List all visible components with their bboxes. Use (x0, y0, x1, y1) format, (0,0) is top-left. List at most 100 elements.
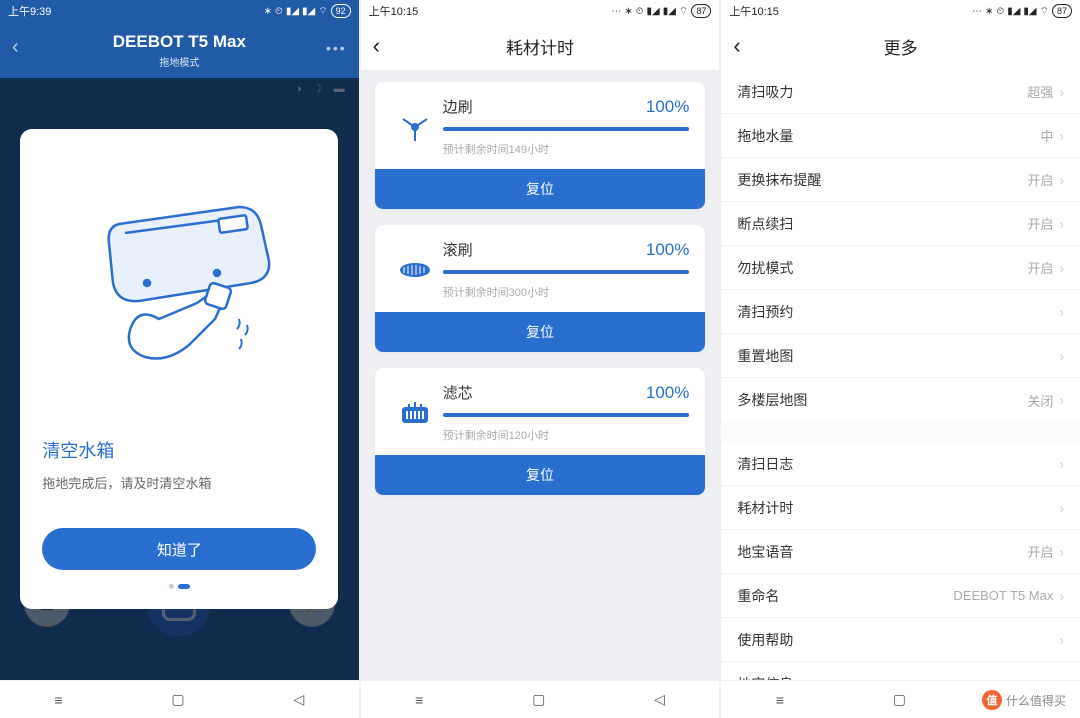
chevron-right-icon: › (1059, 128, 1064, 144)
main-body: ◑ ☽ ▬ ⊞ ⚡ (0, 78, 359, 680)
settings-row[interactable]: 拖地水量中› (721, 114, 1080, 158)
settings-row[interactable]: 耗材计时 › (721, 486, 1080, 530)
wifi-icon: ⌔ (1040, 5, 1049, 18)
nav-home[interactable]: ▢ (532, 691, 545, 708)
settings-value: 开启› (1027, 170, 1064, 189)
filter-icon (387, 382, 443, 443)
consumable-name: 滚刷 (443, 239, 473, 260)
alarm-icon: ⏲ (275, 6, 283, 17)
status-time: 上午9:39 (8, 3, 51, 19)
settings-value: › (1059, 304, 1064, 320)
phone-screen-2: 上午10:15 ⋯ ∗ ⏲ ▮◢ ▮◢ ⌔ 87 ‹ 耗材计时 边刷 100 (361, 0, 720, 718)
status-icons: ∗ ⏲ ▮◢ ▮◢ ⌔ 92 (264, 4, 351, 18)
settings-label: 重置地图 (737, 346, 793, 366)
status-bar: 上午9:39 ∗ ⏲ ▮◢ ▮◢ ⌔ 92 (0, 0, 359, 22)
settings-row[interactable]: 更换抹布提醒开启› (721, 158, 1080, 202)
nav-menu[interactable]: ≡ (54, 692, 62, 708)
settings-row[interactable]: 多楼层地图关闭› (721, 378, 1080, 422)
settings-row[interactable]: 使用帮助 › (721, 618, 1080, 662)
watermark-text: 什么值得买 (1006, 692, 1066, 709)
reset-button[interactable]: 复位 (375, 312, 706, 352)
chevron-right-icon: › (1059, 348, 1064, 364)
chevron-right-icon: › (1059, 260, 1064, 276)
settings-label: 耗材计时 (737, 498, 793, 518)
chevron-right-icon: › (1059, 216, 1064, 232)
progress-bar (443, 127, 690, 131)
settings-label: 使用帮助 (737, 630, 793, 650)
modal-title: 清空水箱 (42, 437, 316, 463)
settings-value: › (1059, 348, 1064, 364)
page-header: ‹ 耗材计时 (361, 22, 720, 70)
consumable-percent: 100% (646, 240, 689, 260)
more-dots-icon: ⋯ (972, 6, 982, 17)
settings-label: 断点续扫 (737, 214, 793, 234)
back-button[interactable]: ‹ (373, 33, 380, 59)
android-nav-bar: ≡ ▢ ◁ (0, 680, 359, 718)
nav-home[interactable]: ▢ (893, 691, 906, 708)
chevron-right-icon: › (1059, 456, 1064, 472)
modal-desc: 拖地完成后，请及时清空水箱 (42, 473, 316, 492)
progress-bar (443, 413, 690, 417)
settings-label: 拖地水量 (737, 126, 793, 146)
watermark-badge-icon: 值 (982, 690, 1002, 710)
dot[interactable] (169, 584, 174, 589)
settings-value: › (1059, 632, 1064, 648)
back-button[interactable]: ‹ (12, 36, 19, 59)
watermark: 值 什么值得买 (976, 688, 1072, 712)
dot-active[interactable] (178, 584, 190, 589)
more-dots-icon: ⋯ (611, 6, 621, 17)
settings-row[interactable]: 断点续扫开启› (721, 202, 1080, 246)
settings-row[interactable]: 重置地图 › (721, 334, 1080, 378)
page-title: 更多 (884, 34, 918, 59)
signal-icon-2: ▮◢ (302, 6, 315, 17)
nav-home[interactable]: ▢ (171, 691, 184, 708)
settings-value: 开启› (1027, 542, 1064, 561)
settings-value: › (1059, 500, 1064, 516)
signal-icon: ▮◢ (1007, 6, 1020, 17)
consumable-percent: 100% (646, 97, 689, 117)
settings-row[interactable]: 清扫吸力超强› (721, 70, 1080, 114)
chevron-right-icon: › (1059, 632, 1064, 648)
status-bar: 上午10:15 ⋯ ∗ ⏲ ▮◢ ▮◢ ⌔ 87 (721, 0, 1080, 22)
consumable-percent: 100% (646, 383, 689, 403)
chevron-right-icon: › (1059, 304, 1064, 320)
remaining-time: 预计剩余时间120小时 (443, 427, 690, 443)
reset-button[interactable]: 复位 (375, 169, 706, 209)
status-icons: ⋯ ∗ ⏲ ▮◢ ▮◢ ⌔ 87 (611, 4, 711, 18)
app-header: ‹ DEEBOT T5 Max 拖地模式 ••• (0, 22, 359, 78)
reset-button[interactable]: 复位 (375, 455, 706, 495)
settings-value: 超强› (1027, 82, 1064, 101)
device-mode: 拖地模式 (159, 54, 199, 69)
chevron-right-icon: › (1059, 500, 1064, 516)
settings-row[interactable]: 勿扰模式开启› (721, 246, 1080, 290)
page-header: ‹ 更多 (721, 22, 1080, 70)
confirm-button[interactable]: 知道了 (42, 528, 316, 570)
tip-card: 清空水箱 拖地完成后，请及时清空水箱 知道了 (20, 129, 338, 609)
more-button[interactable]: ••• (326, 40, 347, 56)
consumable-card-side-brush: 边刷 100% 预计剩余时间149小时 复位 (375, 82, 706, 209)
chevron-right-icon: › (1059, 544, 1064, 560)
consumable-name: 滤芯 (443, 382, 473, 403)
battery-indicator: 92 (331, 4, 351, 18)
status-bar: 上午10:15 ⋯ ∗ ⏲ ▮◢ ▮◢ ⌔ 87 (361, 0, 720, 22)
settings-row[interactable]: 地宝语音开启› (721, 530, 1080, 574)
nav-back[interactable]: ◁ (293, 691, 304, 708)
settings-value: 开启› (1027, 258, 1064, 277)
settings-row[interactable]: 清扫日志› (721, 442, 1080, 486)
alarm-icon: ⏲ (636, 6, 644, 17)
settings-label: 清扫预约 (737, 302, 793, 322)
settings-row[interactable]: 重命名DEEBOT T5 Max› (721, 574, 1080, 618)
back-button[interactable]: ‹ (733, 33, 740, 59)
settings-row[interactable]: 清扫预约 › (721, 290, 1080, 334)
nav-menu[interactable]: ≡ (776, 692, 784, 708)
android-nav-bar: ≡ ▢ ◁ (361, 680, 720, 718)
settings-value: › (1059, 456, 1064, 472)
bluetooth-icon: ∗ (264, 6, 272, 17)
nav-menu[interactable]: ≡ (415, 692, 423, 708)
nav-back[interactable]: ◁ (654, 691, 665, 708)
settings-body: 清扫吸力超强›拖地水量中›更换抹布提醒开启›断点续扫开启›勿扰模式开启›清扫预约… (721, 70, 1080, 680)
consumable-card-roll-brush: 滚刷 100% 预计剩余时间300小时 复位 (375, 225, 706, 352)
chevron-right-icon: › (1059, 392, 1064, 408)
settings-row[interactable]: 地宝信息› (721, 662, 1080, 680)
signal-icon: ▮◢ (286, 6, 299, 17)
